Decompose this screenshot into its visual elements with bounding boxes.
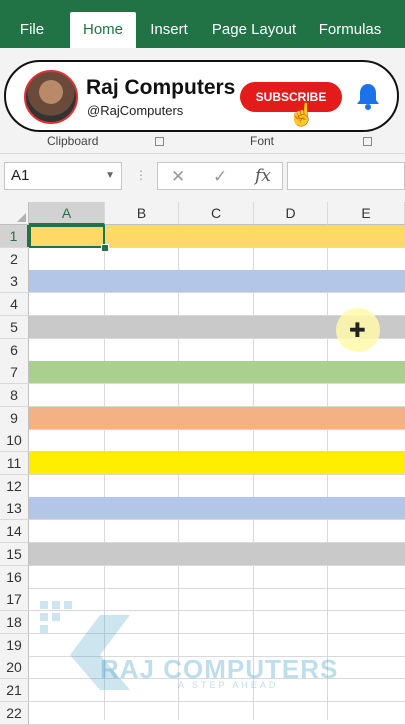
tab-home[interactable]: Home	[70, 12, 136, 48]
row-header-13[interactable]: 13	[0, 497, 29, 520]
clipboard-launcher-icon[interactable]	[155, 137, 164, 146]
group-label-font: Font	[250, 134, 275, 148]
sheet-row[interactable]: 8	[0, 383, 405, 407]
cancel-icon[interactable]: ✕	[171, 167, 185, 187]
bell-icon[interactable]	[356, 82, 380, 110]
column-header-e[interactable]: E	[328, 202, 405, 225]
row-header-4[interactable]: 4	[0, 293, 29, 316]
sheet-row[interactable]: 9	[0, 406, 405, 430]
row-header-19[interactable]: 19	[0, 633, 29, 656]
formula-bar: A1 ▼ ⋮ ✕ ✓ fx	[0, 154, 405, 202]
select-all-corner[interactable]	[0, 202, 29, 225]
row-header-3[interactable]: 3	[0, 270, 29, 293]
sheet-row[interactable]: 2	[0, 247, 405, 271]
formula-input[interactable]	[287, 162, 405, 190]
channel-name: Raj Computers	[86, 76, 236, 99]
row-header-2[interactable]: 2	[0, 247, 29, 270]
row-fill	[29, 361, 405, 384]
sheet-row[interactable]: 10	[0, 429, 405, 453]
tab-insert[interactable]: Insert	[140, 12, 198, 48]
channel-handle: @RajComputers	[87, 103, 184, 118]
row-header-16[interactable]: 16	[0, 565, 29, 588]
row-header-12[interactable]: 12	[0, 474, 29, 497]
check-icon[interactable]: ✓	[213, 167, 227, 187]
chevron-down-icon[interactable]: ▼	[105, 163, 115, 189]
sheet-row[interactable]: 3	[0, 270, 405, 294]
group-label-clipboard: Clipboard	[47, 134, 99, 148]
row-header-6[interactable]: 6	[0, 338, 29, 361]
row-fill	[29, 497, 405, 520]
row-fill	[29, 542, 405, 565]
row-header-10[interactable]: 10	[0, 429, 29, 452]
row-header-15[interactable]: 15	[0, 542, 29, 565]
cell-cursor-icon: ✚	[349, 320, 366, 342]
pointer-hand-icon: ☝	[288, 102, 316, 127]
row-fill	[29, 406, 405, 429]
row-header-18[interactable]: 18	[0, 610, 29, 633]
row-header-8[interactable]: 8	[0, 383, 29, 406]
active-cell-a1[interactable]	[29, 225, 105, 248]
watermark-tagline: A STEP AHEAD	[178, 680, 279, 690]
column-header-c[interactable]: C	[179, 202, 254, 225]
subscribe-card: Raj Computers @RajComputers SUBSCRIBE ☝	[4, 60, 399, 132]
row-header-17[interactable]: 17	[0, 588, 29, 611]
row-header-20[interactable]: 20	[0, 656, 29, 679]
tab-formulas[interactable]: Formulas	[312, 12, 388, 48]
font-launcher-icon[interactable]	[363, 137, 372, 146]
row-fill	[29, 270, 405, 293]
row-header-21[interactable]: 21	[0, 679, 29, 701]
tab-page-layout[interactable]: Page Layout	[208, 12, 300, 48]
name-box[interactable]: A1 ▼	[4, 162, 122, 190]
avatar	[24, 70, 78, 124]
sheet-row[interactable]: 22	[0, 701, 405, 725]
sheet-row[interactable]: 13	[0, 497, 405, 521]
insert-function-icon[interactable]: fx	[255, 166, 271, 186]
formula-buttons: ✕ ✓ fx	[157, 162, 283, 190]
sheet-row[interactable]: 11	[0, 452, 405, 475]
row-header-7[interactable]: 7	[0, 361, 29, 384]
sheet-row[interactable]: 12	[0, 474, 405, 498]
column-header-b[interactable]: B	[105, 202, 179, 225]
row-fill	[29, 452, 405, 474]
tab-file[interactable]: File	[8, 12, 56, 48]
sheet-row[interactable]: 7	[0, 361, 405, 385]
row-header-1[interactable]: 1	[0, 225, 29, 247]
row-header-5[interactable]: 5	[0, 315, 29, 338]
ribbon-tab-bar: File Home Insert Page Layout Formulas	[0, 0, 405, 48]
column-header-d[interactable]: D	[254, 202, 328, 225]
separator-dots: ⋮	[135, 168, 147, 182]
sheet-row[interactable]: 14	[0, 520, 405, 544]
fill-handle[interactable]	[101, 244, 109, 252]
row-header-11[interactable]: 11	[0, 452, 29, 474]
sheet-row[interactable]: 15	[0, 542, 405, 566]
name-box-value: A1	[11, 167, 30, 184]
column-header-a[interactable]: A	[29, 202, 105, 225]
row-header-14[interactable]: 14	[0, 520, 29, 543]
row-header-9[interactable]: 9	[0, 406, 29, 429]
sheet-row[interactable]: 16	[0, 565, 405, 589]
row-header-22[interactable]: 22	[0, 701, 29, 724]
